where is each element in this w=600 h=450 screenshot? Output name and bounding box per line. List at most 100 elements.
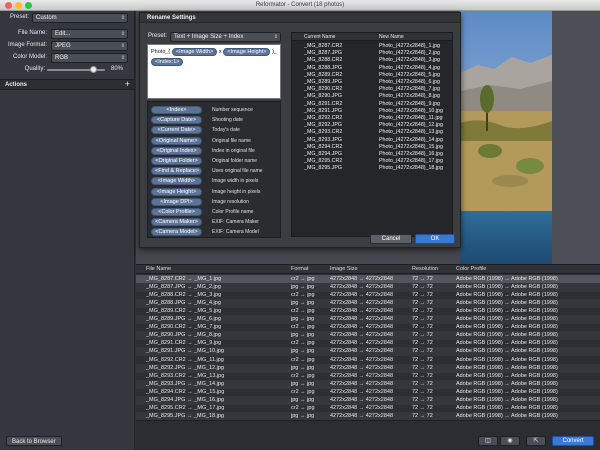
insert-token-button[interactable]: <Camera Maker> [151,218,202,227]
current-name: _MG_8290.CR2 [304,86,343,93]
insert-token-button[interactable]: <Original Index> [151,146,202,155]
token-description: Color Profile name [212,209,254,215]
current-name: _MG_8291.CR2 [304,100,343,107]
token-description: EXIF: Camera Maker [212,219,259,226]
new-name: Photo_(4272x2848)_7.jpg [379,86,440,93]
format-cell: cr2 → jpg [291,356,315,363]
new-name: Photo_(4272x2848)_9.jpg [379,100,440,107]
color-profile-cell: Adobe RGB (1998) → Adobe RGB (1998) [456,276,558,282]
token-row: <Find & Replace> Uses original file name [151,167,281,176]
rename-preview-row[interactable]: _MG_8288.CR2 Photo_(4272x2848)_3.jpg [292,57,452,64]
rename-preview-row[interactable]: _MG_8289.JPG Photo_(4272x2848)_6.jpg [292,79,452,86]
insert-token-button[interactable]: <Index> [151,106,202,114]
rename-preview-row[interactable]: _MG_8292.JPG Photo_(4272x2848)_12.jpg [292,122,452,129]
color-model-label: Color Model: [12,54,47,60]
resolution-column-header[interactable]: Resolution [412,266,438,272]
rename-preview-row[interactable]: _MG_8287.JPG Photo_(4272x2848)_2.jpg [292,50,452,57]
preview-button[interactable]: ◉ [500,436,520,446]
insert-token-button[interactable]: <Original Folder> [151,157,202,165]
rename-preview-row[interactable]: _MG_8288.JPG Photo_(4272x2848)_4.jpg [292,65,452,72]
color-profile-cell: Adobe RGB (1998) → Adobe RGB (1998) [456,364,558,371]
file-name-select[interactable]: Edit... ⇕ [51,29,128,39]
rename-preview-row[interactable]: _MG_8289.CR2 Photo_(4272x2848)_5.jpg [292,72,452,79]
rename-preview-list: Current Name New Name _MG_8287.CR2 Photo_… [291,32,453,237]
color-profile-column-header[interactable]: Color Profile [456,266,486,272]
token-description: Today's date [212,127,240,134]
image-size-cell: 4272x2848 → 4272x2848 [330,404,393,411]
add-action-icon[interactable]: + [125,80,130,89]
dialog-preset-select[interactable]: Text + Image Size + Index ⇕ [170,32,281,42]
format-cell: jpg → jpg [291,380,315,387]
new-name: Photo_(4272x2848)_4.jpg [379,64,440,71]
new-name: Photo_(4272x2848)_2.jpg [379,50,440,57]
file-name-column-header[interactable]: File Name [146,266,171,272]
pattern-token-image-width[interactable]: <Image Width> [171,48,218,56]
image-size-cell: 4272x2848 → 4272x2848 [330,332,393,339]
rename-preview-row[interactable]: _MG_8294.JPG Photo_(4272x2848)_16.jpg [292,151,452,158]
rename-preview-row[interactable]: _MG_8287.CR2 Photo_(4272x2848)_1.jpg [292,43,452,50]
current-name: _MG_8295.JPG [304,165,342,172]
rename-preview-row[interactable]: _MG_8293.JPG Photo_(4272x2848)_14.jpg [292,137,452,144]
quality-slider-knob[interactable] [89,66,97,73]
insert-token-button[interactable]: <Image Width> [151,177,202,186]
resolution-cell: 72 → 72 [412,324,433,331]
image-size-cell: 4272x2848 → 4272x2848 [330,380,393,387]
preset-select[interactable]: Custom ⇕ [32,13,128,23]
convert-button[interactable]: Convert [552,436,594,446]
compare-button[interactable]: ◫ [478,436,498,446]
image-format-value: JPEG [55,43,71,49]
rename-preview-row[interactable]: _MG_8292.CR2 Photo_(4272x2848)_11.jpg [292,115,452,122]
file-name-cell: _MG_8291.JPG → _MG_10.jpg [146,348,224,355]
resolution-cell: 72 → 72 [412,308,433,315]
rename-preview-row[interactable]: _MG_8295.JPG Photo_(4272x2848)_18.jpg [292,165,452,172]
image-size-cell: 4272x2848 → 4272x2848 [330,300,393,307]
insert-token-button[interactable]: <Current Date> [151,126,202,135]
updown-chevron-icon: ⇕ [120,55,125,61]
image-format-select[interactable]: JPEG ⇕ [51,41,128,51]
current-name-header[interactable]: Current Name [304,34,335,40]
rename-preview-row[interactable]: _MG_8291.CR2 Photo_(4272x2848)_9.jpg [292,101,452,108]
insert-token-button[interactable]: <Capture Date> [151,116,202,125]
rename-preview-row[interactable]: _MG_8293.CR2 Photo_(4272x2848)_13.jpg [292,129,452,136]
insert-token-button[interactable]: <Image DPI> [151,197,202,206]
new-name-header[interactable]: New Name [379,34,404,40]
pattern-token-image-height[interactable]: <Image Height> [223,48,271,56]
color-profile-cell: Adobe RGB (1998) → Adobe RGB (1998) [456,348,558,355]
file-name-cell: _MG_8293.JPG → _MG_14.jpg [146,380,224,387]
color-profile-cell: Adobe RGB (1998) → Adobe RGB (1998) [456,372,558,379]
rename-preview-row[interactable]: _MG_8291.JPG Photo_(4272x2848)_10.jpg [292,108,452,115]
format-cell: cr2 → jpg [291,372,315,379]
token-row: <Color Profile> Color Profile name [151,208,281,217]
format-cell: jpg → jpg [291,332,315,339]
token-row: <Original Name> Original file name [151,136,281,146]
file-name-cell: _MG_8292.CR2 → _MG_11.jpg [146,356,224,363]
image-size-column-header[interactable]: Image Size [330,266,358,272]
share-button[interactable]: ⇱ [526,436,546,446]
format-cell: cr2 → jpg [291,340,315,347]
back-to-browser-button[interactable]: Back to Browser [6,436,62,446]
pattern-token-index[interactable]: <Index:1> [151,58,184,66]
rename-preview-row[interactable]: _MG_8290.JPG Photo_(4272x2848)_8.jpg [292,93,452,100]
cancel-button[interactable]: Cancel [370,234,412,244]
image-format-label: Image Format: [7,42,47,48]
insert-token-button[interactable]: <Color Profile> [151,208,202,216]
image-size-cell: 4272x2848 → 4272x2848 [330,388,393,395]
rename-preview-row[interactable]: _MG_8294.CR2 Photo_(4272x2848)_15.jpg [292,144,452,151]
ok-button[interactable]: OK [415,234,455,244]
current-name: _MG_8288.CR2 [304,57,343,64]
insert-token-button[interactable]: <Find & Replace> [151,167,202,176]
landscape-photo [460,11,552,264]
insert-token-button[interactable]: <Camera Model> [151,228,202,237]
color-profile-cell: Adobe RGB (1998) → Adobe RGB (1998) [456,308,558,315]
file-name-cell: _MG_8290.CR2 → _MG_7.jpg [146,324,222,331]
color-model-select[interactable]: RGB ⇕ [51,53,128,63]
current-name: _MG_8294.JPG [304,151,342,157]
rename-preview-row[interactable]: _MG_8290.CR2 Photo_(4272x2848)_7.jpg [292,86,452,93]
rename-pattern-field[interactable]: Photo_( <Image Width> x <Image Height> )… [147,44,281,99]
insert-token-button[interactable]: <Original Name> [151,136,202,145]
format-column-header[interactable]: Format [291,266,308,272]
token-row: <Original Folder> Original folder name [151,157,281,166]
rename-preview-row[interactable]: _MG_8295.CR2 Photo_(4272x2848)_17.jpg [292,158,452,165]
insert-token-button[interactable]: <Image Height> [151,187,202,196]
token-description: Image height in pixels [212,188,261,195]
